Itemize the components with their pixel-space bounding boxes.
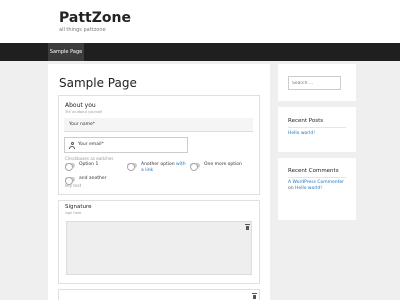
site-header: PattZone all things pattzone — [0, 0, 400, 43]
email-field-label: Your email* — [78, 142, 104, 147]
recent-posts-widget — [278, 107, 356, 152]
divider — [288, 127, 346, 128]
option-3-toggle[interactable] — [190, 162, 200, 171]
recent-post-link[interactable]: Hello world! — [288, 131, 315, 137]
option-4-toggle[interactable] — [65, 176, 75, 185]
about-you-title: About you — [65, 102, 96, 109]
recent-comments-title: Recent Comments — [288, 168, 339, 174]
comment-author-link[interactable]: A WordPress Commenter — [288, 180, 344, 185]
signature-title: Signature — [65, 204, 92, 210]
divider — [288, 177, 346, 178]
option-2-toggle[interactable] — [127, 162, 137, 171]
option-2-text: Another option — [141, 162, 177, 167]
page-title: Sample Page — [59, 76, 137, 90]
name-field-label: Your name* — [69, 122, 96, 127]
trash-icon[interactable] — [245, 224, 250, 230]
signature-subtitle: sign here — [65, 211, 82, 215]
key-text: key text — [65, 183, 82, 188]
comment-on-text: on — [288, 186, 296, 191]
next-section — [58, 289, 260, 300]
option-3-label: One more option — [204, 162, 242, 167]
site-tagline: all things pattzone — [59, 27, 106, 33]
person-icon — [69, 142, 75, 149]
search-input[interactable] — [288, 76, 341, 90]
option-2-label: Another option with a link — [141, 162, 186, 174]
option-4-label: and another — [79, 176, 107, 181]
recent-posts-title: Recent Posts — [288, 118, 324, 124]
site-title[interactable]: PattZone — [59, 10, 131, 26]
option-1-label: Option 1 — [79, 162, 99, 167]
nav-item-sample-page[interactable]: Sample Page — [48, 43, 84, 61]
comment-post-link[interactable]: Hello world! — [295, 186, 322, 191]
recent-comment-item: A WordPress Commenter on Hello world! — [288, 180, 348, 192]
checkboxes-label: Checkboxes as switches — [65, 156, 114, 161]
main-navigation: Sample Page — [0, 43, 400, 61]
signature-pad[interactable] — [66, 221, 252, 275]
trash-icon[interactable] — [252, 293, 257, 299]
about-you-subtitle: Tell us about yourself — [65, 110, 103, 114]
option-1-toggle[interactable] — [65, 162, 75, 171]
